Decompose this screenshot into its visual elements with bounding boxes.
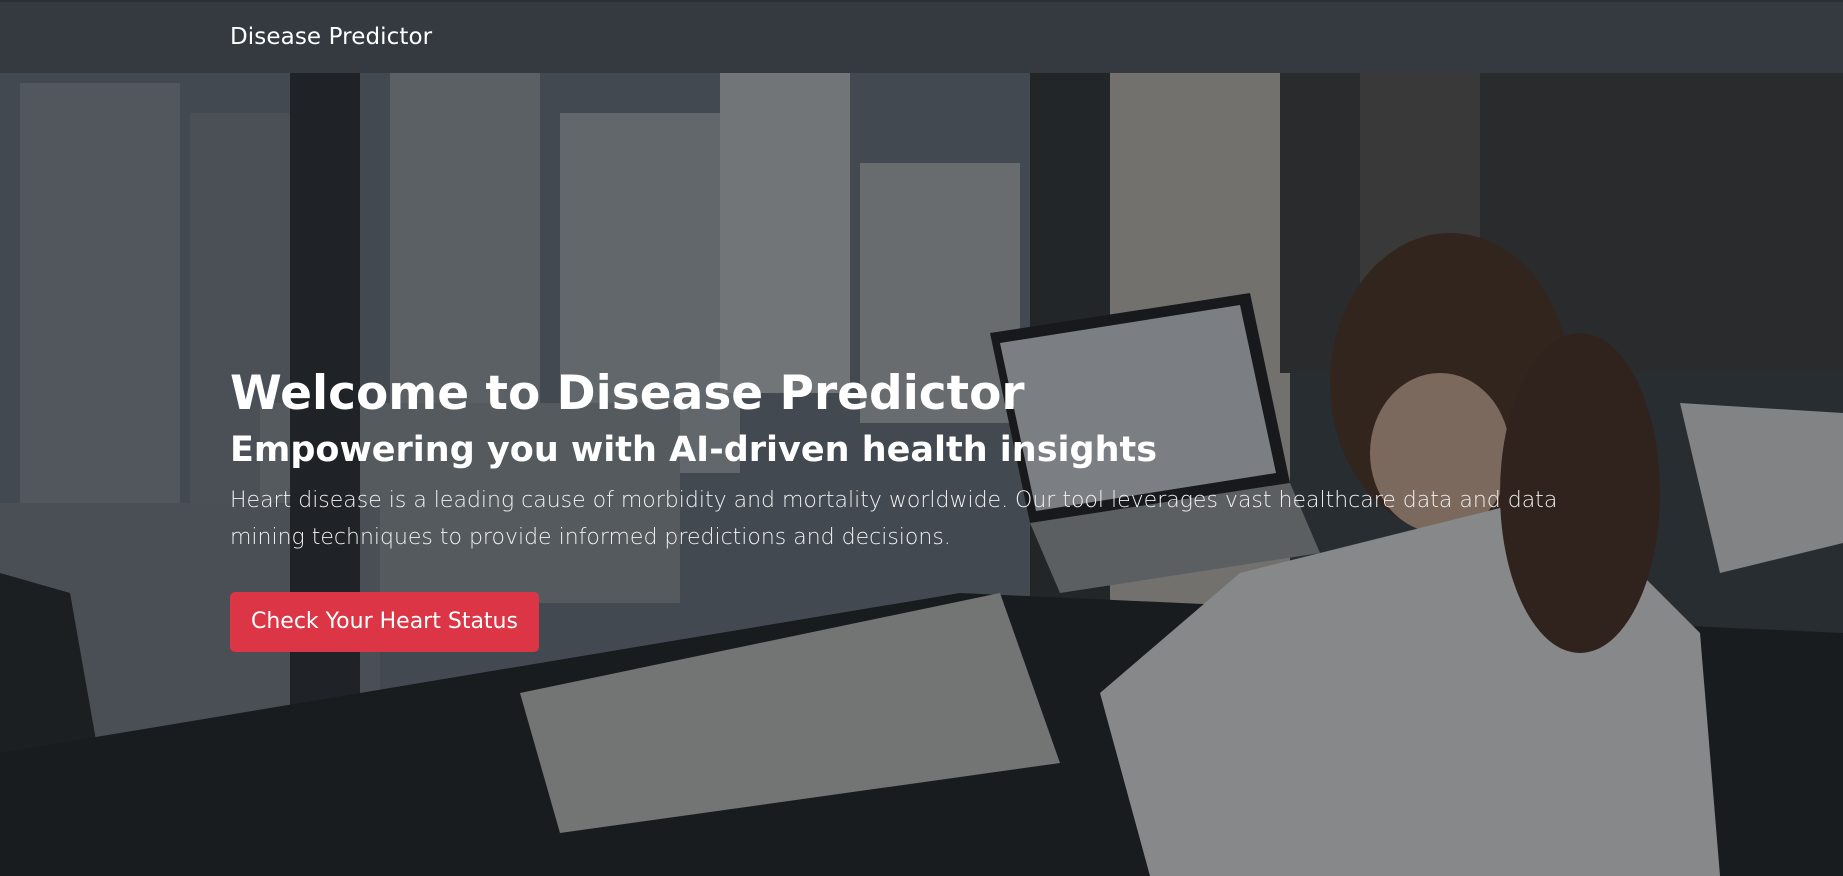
hero-subtitle: Empowering you with AI-driven health ins…: [230, 430, 1158, 470]
hero-section: Welcome to Disease Predictor Empowering …: [0, 73, 1843, 876]
top-navbar: Disease Predictor: [0, 0, 1843, 73]
navbar-brand[interactable]: Disease Predictor: [230, 24, 432, 50]
hero-description: Heart disease is a leading cause of morb…: [230, 488, 1558, 550]
hero-content: Welcome to Disease Predictor Empowering …: [230, 366, 1630, 652]
check-heart-status-button[interactable]: Check Your Heart Status: [230, 592, 539, 652]
hero-title: Welcome to Disease Predictor: [230, 366, 1025, 421]
